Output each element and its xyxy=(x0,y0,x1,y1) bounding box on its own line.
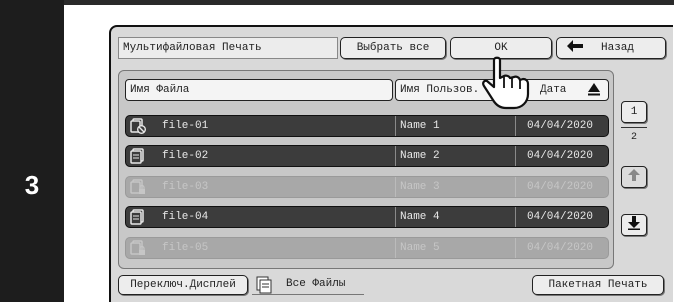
file-name-cell: file-03 xyxy=(162,181,209,193)
date-cell: 04/04/2020 xyxy=(527,120,594,132)
file-name-cell: file-04 xyxy=(162,211,209,223)
folder-files-icon xyxy=(256,276,274,298)
step-sidebar xyxy=(0,0,64,302)
page-total: 2 xyxy=(630,132,637,143)
date-cell: 04/04/2020 xyxy=(527,211,594,223)
file-stack-icon xyxy=(130,209,146,225)
file-stack-no-print-icon xyxy=(130,118,146,134)
batch-print-button[interactable]: Пакетная Печать xyxy=(532,275,664,295)
arrow-up-icon xyxy=(628,168,640,186)
file-stack-locked-icon xyxy=(130,179,146,195)
top-rule xyxy=(64,0,674,5)
sort-ascending-icon xyxy=(588,83,600,100)
file-name-cell: file-01 xyxy=(162,120,209,132)
column-divider xyxy=(395,238,396,258)
date-cell: 04/04/2020 xyxy=(527,150,594,162)
all-files-filter[interactable]: Все Файлы xyxy=(252,275,364,295)
back-label: Назад xyxy=(601,42,635,54)
pointing-hand-icon xyxy=(476,56,540,117)
user-name-cell: Name 2 xyxy=(400,150,440,162)
screen-title: Мультифайловая Печать xyxy=(118,37,338,59)
file-stack-icon xyxy=(130,148,146,164)
file-row: file-05 Name 5 04/04/2020 xyxy=(125,237,609,259)
scroll-up-button[interactable] xyxy=(621,166,647,188)
column-divider xyxy=(515,177,516,197)
column-divider xyxy=(515,116,516,136)
file-name-cell: file-02 xyxy=(162,150,209,162)
switch-display-button[interactable]: Переключ.Дисплей xyxy=(118,275,248,295)
page-divider xyxy=(621,127,647,128)
arrow-left-icon xyxy=(567,40,583,56)
select-all-button[interactable]: Выбрать все xyxy=(340,37,446,59)
column-divider xyxy=(395,177,396,197)
file-row[interactable]: file-04 Name 4 04/04/2020 xyxy=(125,206,609,228)
step-number: 3 xyxy=(24,170,40,200)
column-divider xyxy=(515,146,516,166)
date-cell: 04/04/2020 xyxy=(527,242,594,254)
column-divider xyxy=(395,146,396,166)
arrow-down-icon xyxy=(628,215,640,235)
scroll-down-button[interactable] xyxy=(621,214,647,236)
page-number-button[interactable]: 1 xyxy=(621,101,647,123)
column-divider xyxy=(395,207,396,227)
file-stack-locked-icon xyxy=(130,240,146,256)
column-header-date-label: Дата xyxy=(540,84,567,96)
column-divider xyxy=(515,238,516,258)
file-row[interactable]: file-01 Name 1 04/04/2020 xyxy=(125,115,609,137)
file-name-cell: file-05 xyxy=(162,242,209,254)
user-name-cell: Name 1 xyxy=(400,120,440,132)
back-button[interactable]: Назад xyxy=(556,37,666,59)
file-row: file-03 Name 3 04/04/2020 xyxy=(125,176,609,198)
user-name-cell: Name 3 xyxy=(400,181,440,193)
date-cell: 04/04/2020 xyxy=(527,181,594,193)
column-divider xyxy=(395,116,396,136)
user-name-cell: Name 4 xyxy=(400,211,440,223)
all-files-label: Все Файлы xyxy=(286,278,346,290)
column-header-file-name[interactable]: Имя Файла xyxy=(125,79,393,101)
page-current: 1 xyxy=(630,106,638,118)
file-row[interactable]: file-02 Name 2 04/04/2020 xyxy=(125,145,609,167)
column-divider xyxy=(515,207,516,227)
user-name-cell: Name 5 xyxy=(400,242,440,254)
